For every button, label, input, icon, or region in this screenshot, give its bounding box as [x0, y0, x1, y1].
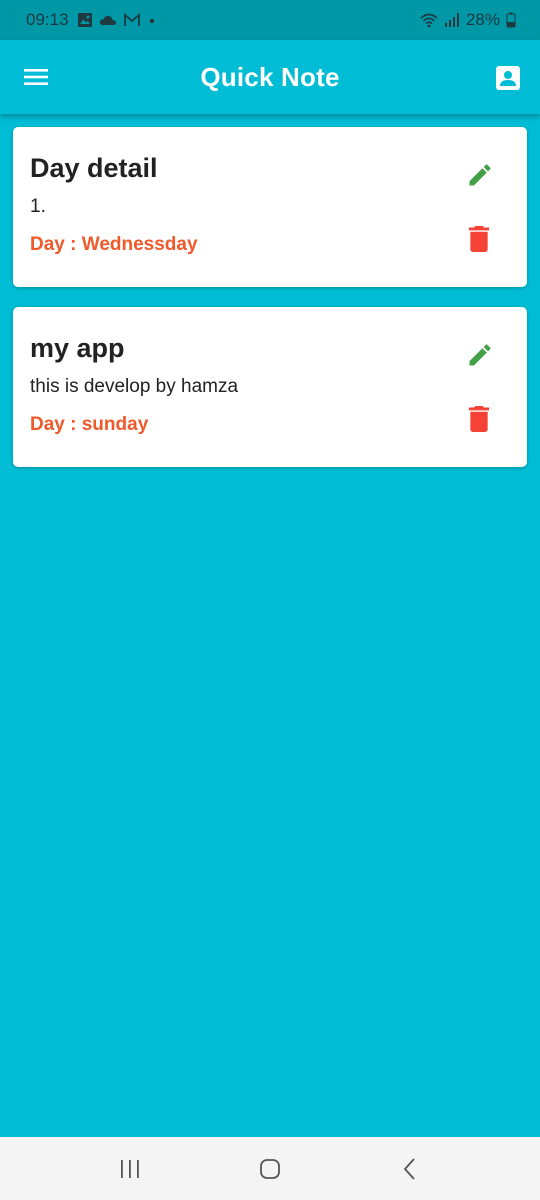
back-icon: [403, 1157, 415, 1180]
note-title: my app: [30, 333, 125, 363]
edit-note-button[interactable]: [465, 160, 495, 190]
wifi-icon: [420, 13, 438, 28]
recent-apps-icon: [121, 1159, 139, 1178]
signal-icon: [444, 13, 459, 27]
note-title: Day detail: [30, 153, 158, 183]
status-bar: 09:13 28%: [0, 0, 540, 40]
note-body: this is develop by hamza: [30, 376, 239, 397]
home-icon: [260, 1158, 280, 1179]
status-time: 09:13: [26, 10, 69, 29]
battery-percent: 28%: [465, 10, 500, 29]
gmail-icon: [123, 13, 140, 26]
note-day: Day : sunday: [30, 414, 149, 435]
trash-icon: [468, 406, 490, 432]
status-notification-icons: [77, 12, 157, 28]
pencil-icon: [469, 344, 491, 366]
profile-button[interactable]: [492, 62, 524, 94]
recent-apps-button[interactable]: [110, 1149, 150, 1189]
home-button[interactable]: [250, 1149, 290, 1189]
dot-icon: [149, 18, 154, 24]
app-bar: Quick Note: [0, 40, 540, 114]
notes-list: Day detail 1. Day : Wednessday my app th…: [13, 127, 527, 487]
delete-note-button[interactable]: [467, 225, 491, 253]
delete-note-button[interactable]: [467, 405, 491, 433]
note-body: 1.: [30, 196, 46, 217]
app-title: Quick Note: [200, 61, 340, 92]
menu-icon: [24, 69, 48, 85]
pencil-icon: [469, 164, 491, 186]
note-card[interactable]: my app this is develop by hamza Day : su…: [13, 307, 527, 467]
image-icon: [77, 13, 92, 27]
note-card[interactable]: Day detail 1. Day : Wednessday: [13, 127, 527, 287]
trash-icon: [468, 226, 490, 252]
system-nav-bar: [0, 1137, 540, 1200]
status-right-icons: 28%: [420, 10, 516, 30]
note-day: Day : Wednessday: [30, 234, 198, 255]
profile-icon: [496, 66, 520, 90]
edit-note-button[interactable]: [465, 340, 495, 370]
menu-button[interactable]: [18, 62, 54, 92]
back-button[interactable]: [390, 1149, 430, 1189]
battery-icon: [506, 12, 516, 28]
cloud-icon: [99, 15, 116, 25]
